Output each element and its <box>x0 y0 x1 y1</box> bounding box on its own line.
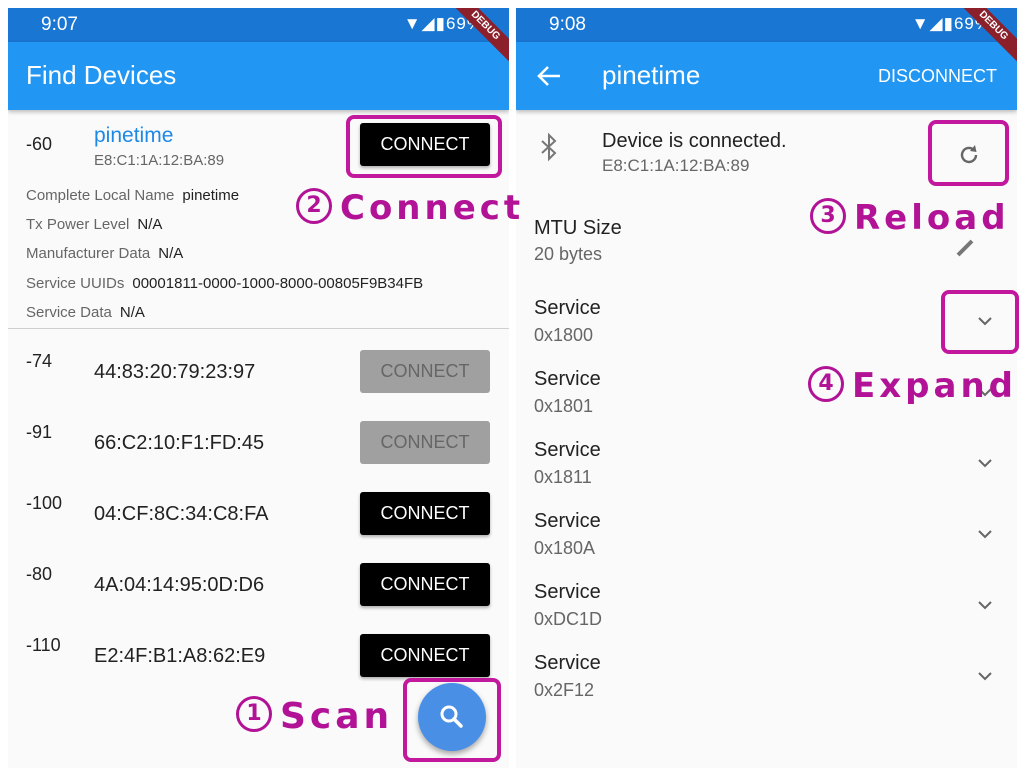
service-item[interactable]: Service 0x1811 <box>516 425 1017 496</box>
service-title: Service <box>534 297 601 319</box>
service-title: Service <box>534 581 601 603</box>
service-title: Service <box>534 510 601 532</box>
service-title: Service <box>534 439 601 461</box>
adv-service-data: Service Data N/A <box>26 304 145 321</box>
connection-status: Device is connected. <box>602 130 787 152</box>
reload-highlight <box>928 120 1009 186</box>
bluetooth-icon <box>541 132 557 162</box>
chevron-down-icon[interactable] <box>973 593 997 617</box>
scan-highlight <box>403 678 501 762</box>
service-uuid: 0x1811 <box>534 467 592 487</box>
signal-icon: ◢ <box>421 14 436 33</box>
device-item[interactable]: -91 66:C2:10:F1:FD:45 CONNECT <box>8 400 509 471</box>
connect-highlight <box>346 115 502 178</box>
device-mac: 44:83:20:79:23:97 <box>94 361 256 383</box>
service-uuid: 0x2F12 <box>534 680 595 700</box>
step-number: 2 <box>296 187 332 224</box>
page-title: pinetime <box>602 60 701 90</box>
device-mac: E2:4F:B1:A8:62:E9 <box>94 645 266 667</box>
status-time: 9:07 <box>41 14 78 35</box>
device-rssi: -110 <box>26 635 61 655</box>
device-item[interactable]: -74 44:83:20:79:23:97 CONNECT <box>8 329 509 400</box>
mtu-label: MTU Size <box>534 217 622 239</box>
adv-tx-power-level: Tx Power Level N/A <box>26 216 163 233</box>
app-bar: Find Devices <box>8 42 509 110</box>
device-mac: 04:CF:8C:34:C8:FA <box>94 503 269 525</box>
chevron-down-icon[interactable] <box>973 664 997 688</box>
chevron-down-icon[interactable] <box>973 522 997 546</box>
service-title: Service <box>534 368 601 390</box>
adv-service-uuids: Service UUIDs 00001811-0000-1000-8000-008… <box>26 275 424 292</box>
connect-button[interactable]: CONNECT <box>360 634 490 677</box>
device-name: pinetime <box>94 124 174 147</box>
device-rssi: -60 <box>26 134 53 154</box>
annotation-scan: 1 Scan <box>236 696 393 737</box>
device-item[interactable]: -80 4A:04:14:95:0D:D6 CONNECT <box>8 542 509 613</box>
service-item[interactable]: Service 0x2F12 <box>516 638 1017 709</box>
connect-button[interactable]: CONNECT <box>360 350 490 393</box>
status-bar: 9:07 ▼◢▮69% DEBUG <box>8 8 509 68</box>
page-title: Find Devices <box>26 60 177 90</box>
device-rssi: -91 <box>26 422 53 442</box>
disconnect-button[interactable]: DISCONNECT <box>878 66 997 87</box>
connect-button[interactable]: CONNECT <box>360 421 490 464</box>
service-uuid: 0x180A <box>534 538 596 558</box>
wifi-icon: ▼ <box>911 14 930 33</box>
expand-highlight <box>941 290 1019 354</box>
device-item[interactable]: -110 E2:4F:B1:A8:62:E9 CONNECT <box>8 613 509 684</box>
device-item[interactable]: -100 04:CF:8C:34:C8:FA CONNECT <box>8 471 509 542</box>
service-uuid: 0xDC1D <box>534 609 603 629</box>
service-uuid: 0x1801 <box>534 396 594 416</box>
device-mac: 66:C2:10:F1:FD:45 <box>94 432 265 454</box>
step-number: 1 <box>236 696 272 732</box>
status-bar: 9:08 ▼◢▮69% DEBUG <box>516 8 1017 68</box>
device-mac: 4A:04:14:95:0D:D6 <box>94 574 265 596</box>
service-uuid: 0x1800 <box>534 325 594 345</box>
device-rssi: -100 <box>26 493 63 513</box>
adv-manufacturer-data: Manufacturer Data N/A <box>26 245 184 262</box>
app-bar: pinetime DISCONNECT <box>516 42 1017 110</box>
edit-icon[interactable] <box>954 235 978 259</box>
signal-icon: ◢ <box>929 14 944 33</box>
mtu-value: 20 bytes <box>534 244 603 264</box>
device-rssi: -80 <box>26 564 53 584</box>
status-time: 9:08 <box>549 14 586 35</box>
service-item[interactable]: Service 0xDC1D <box>516 567 1017 638</box>
annotation-connect: 2 Connect <box>296 187 524 228</box>
device-mac: E8:C1:1A:12:BA:89 <box>94 152 225 169</box>
annotation-expand: 4 Expand <box>808 365 1017 406</box>
step-number: 3 <box>810 197 846 234</box>
connect-button[interactable]: CONNECT <box>360 492 490 535</box>
service-title: Service <box>534 652 601 674</box>
device-rssi: -74 <box>26 351 53 371</box>
adv-complete-local-name: Complete Local Name pinetime <box>26 187 240 204</box>
chevron-down-icon[interactable] <box>973 451 997 475</box>
connection-mac: E8:C1:1A:12:BA:89 <box>602 156 750 175</box>
wifi-icon: ▼ <box>403 14 422 33</box>
connect-button[interactable]: CONNECT <box>360 563 490 606</box>
battery-icon: ▮ <box>435 14 446 33</box>
service-item[interactable]: Service 0x180A <box>516 496 1017 567</box>
annotation-reload: 3 Reload <box>810 197 1010 238</box>
back-arrow-icon[interactable] <box>536 62 564 90</box>
step-number: 4 <box>808 365 844 402</box>
battery-icon: ▮ <box>943 14 954 33</box>
